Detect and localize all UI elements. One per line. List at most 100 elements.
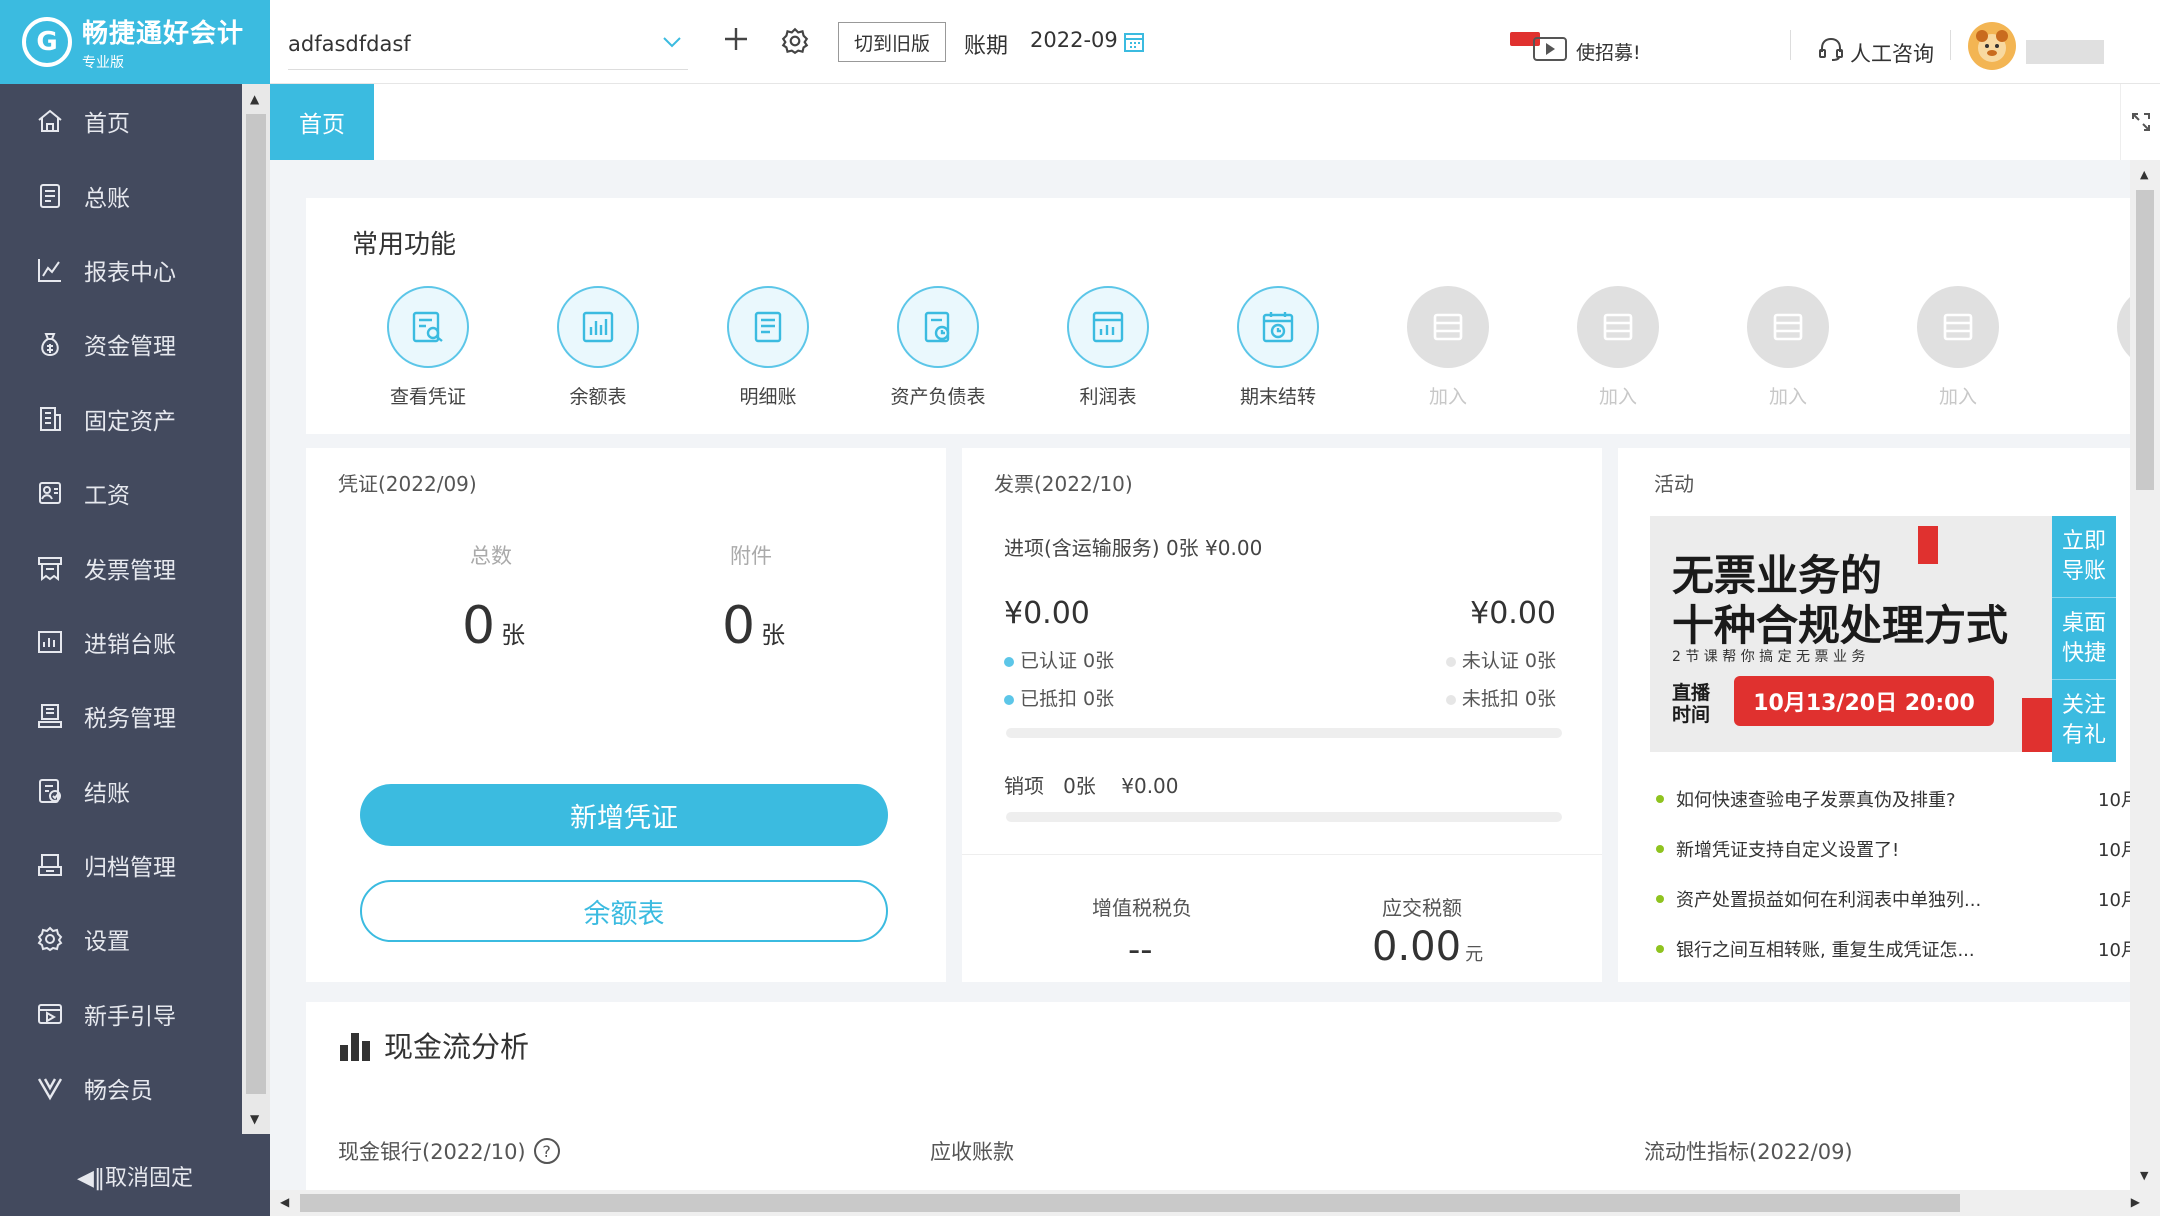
news-item[interactable]: 银行之间互相转账, 重复生成凭证怎... [1656,936,2126,962]
follow-gift-button[interactable]: 关注有礼 [2052,680,2116,762]
func-balance-sheet[interactable]: 资产负债表 [868,286,1008,409]
deducted-label: 已抵扣 0张 [1020,688,1115,710]
sidebar-item-funds[interactable]: 资金管理 [0,307,242,381]
scroll-left-arrow-icon[interactable]: ◀ [280,1195,289,1209]
calendar-icon[interactable] [1122,30,1146,58]
input-invoice-summary[interactable]: 进项(含运输服务) 0张 ¥0.00 [1004,532,1262,561]
content-horizontal-scrollbar[interactable]: ◀ ▶ [270,1190,2160,1216]
news-item[interactable]: 资产处置损益如何在利润表中单独列... [1656,886,2126,912]
output-progress-bar [1006,812,1562,822]
sidebar-item-guide[interactable]: 新手引导 [0,977,242,1051]
func-profit-statement[interactable]: 利润表 [1038,286,1178,409]
promo-link[interactable]: 使招募! [1576,38,1641,65]
help-icon[interactable]: ? [533,1138,560,1164]
tab-home[interactable]: 首页 [270,84,374,160]
account-settings-button[interactable] [780,26,810,60]
func-add-slot[interactable]: 加入 [1378,286,1518,409]
checkout-icon [34,775,66,807]
certified-amount[interactable]: ¥0.00 [1004,596,1090,631]
sidebar: G 畅捷通好会计 专业版 首页 总账 报表中心 资金管理 固定资产 工资 发票管… [0,0,270,1216]
divider [962,854,1602,855]
building-icon [34,403,66,435]
vat-burden-value[interactable]: -- [1128,930,1153,970]
sidebar-item-home[interactable]: 首页 [0,84,242,158]
func-view-voucher[interactable]: 查看凭证 [358,286,498,409]
tax-due[interactable]: 0.00 元 [1372,924,1483,970]
func-period-close[interactable]: 期末结转 [1208,286,1348,409]
certified-count[interactable]: 已认证 0张 [1004,646,1114,673]
logo-title: 畅捷通好会计 [82,18,245,49]
undeducted-label: 未抵扣 0张 [1461,688,1556,710]
func-label: 加入 [1938,386,1977,408]
scroll-down-arrow-icon[interactable]: ▼ [250,1112,259,1126]
sidebar-item-settings[interactable]: 设置 [0,902,242,976]
voucher-total-label: 总数 [470,544,512,568]
expand-icon[interactable] [2120,84,2160,160]
uncertified-count[interactable]: 未认证 0张 [1445,646,1556,673]
divider [1790,30,1791,60]
sidebar-scroll-thumb[interactable] [246,114,266,1094]
sidebar-item-archive[interactable]: 归档管理 [0,828,242,902]
func-label: 加入 [1428,386,1467,408]
func-label: 资产负债表 [890,386,986,408]
support-button[interactable]: 人工咨询 [1850,38,1934,68]
deducted-count[interactable]: 已抵扣 0张 [1004,684,1114,711]
ledger-icon [34,180,66,212]
content-vertical-scrollbar[interactable]: ▲ ▼ [2130,160,2160,1190]
user-name-redacted[interactable] [2026,40,2104,64]
panel-title: 常用功能 [352,230,457,260]
import-account-button[interactable]: 立即导账 [2052,516,2116,598]
sidebar-item-inventory[interactable]: 进销台账 [0,605,242,679]
legend-dot [1004,694,1014,705]
voucher-attachments[interactable]: 0张 [722,596,785,656]
add-voucher-button[interactable]: 新增凭证 [360,784,888,846]
balance-sheet-icon [897,286,979,368]
company-selector[interactable]: adfasdfdasf [288,18,688,70]
func-add-slot[interactable]: 加入 [1888,286,2028,409]
sidebar-item-checkout[interactable]: 结账 [0,754,242,828]
scroll-right-arrow-icon[interactable]: ▶ [2131,1195,2140,1209]
func-add-slot[interactable]: 加入 [1548,286,1688,409]
sidebar-item-invoices[interactable]: 发票管理 [0,530,242,604]
headset-icon[interactable] [1818,36,1844,66]
scroll-up-arrow-icon[interactable]: ▲ [250,92,259,106]
bank-cash-label: 现金银行(2022/10) [338,1140,526,1164]
sidebar-item-reports[interactable]: 报表中心 [0,233,242,307]
sidebar-item-vip[interactable]: 畅会员 [0,1051,242,1125]
add-account-button[interactable] [722,22,750,62]
sidebar-item-tax[interactable]: 税务管理 [0,679,242,753]
desktop-shortcut-button[interactable]: 桌面快捷 [2052,598,2116,680]
promo-video-icon[interactable] [1510,30,1570,68]
uncertified-amount[interactable]: ¥0.00 [1470,596,1556,631]
func-balance-sheet-table[interactable]: 余额表 [528,286,668,409]
sidebar-item-payroll[interactable]: 工资 [0,456,242,530]
legend-dot [1445,656,1456,667]
unpin-sidebar-button[interactable]: ◀‖取消固定 [0,1136,270,1216]
app-logo[interactable]: G 畅捷通好会计 专业版 [0,0,270,84]
activity-side-buttons: 立即导账 桌面快捷 关注有礼 [2052,516,2116,762]
func-add-slot[interactable]: 加入 [1718,286,1858,409]
voucher-total[interactable]: 0张 [462,596,525,656]
undeducted-count[interactable]: 未抵扣 0张 [1445,684,1556,711]
output-invoice-summary[interactable]: 销项 0张 ¥0.00 [1004,770,1179,799]
scroll-down-arrow-icon[interactable]: ▼ [2140,1169,2148,1182]
sidebar-scrollbar[interactable]: ▲ ▼ [242,84,270,1134]
vertical-scroll-thumb[interactable] [2136,190,2154,490]
divider [1950,30,1951,60]
sidebar-item-ledger[interactable]: 总账 [0,158,242,232]
sidebar-menu: 首页 总账 报表中心 资金管理 固定资产 工资 发票管理 进销台账 税务管理 结… [0,84,242,1125]
func-detail-ledger[interactable]: 明细账 [698,286,838,409]
balance-table-button[interactable]: 余额表 [360,880,888,942]
sidebar-item-fixed-assets[interactable]: 固定资产 [0,382,242,456]
voucher-attachment-label: 附件 [730,544,772,568]
switch-old-version-button[interactable]: 切到旧版 [838,22,946,62]
horizontal-scroll-thumb[interactable] [300,1194,1960,1212]
avatar[interactable] [1968,22,2016,70]
period-value[interactable]: 2022-09 [1030,28,1118,52]
scroll-up-arrow-icon[interactable]: ▲ [2140,168,2148,181]
news-item[interactable]: 如何快速查验电子发票真伪及排重? [1656,786,2126,812]
sidebar-item-label: 税务管理 [84,706,176,733]
news-item[interactable]: 新增凭证支持自定义设置了! [1656,836,2126,862]
activity-banner[interactable]: 无票业务的 十种合规处理方式 2 节 课 帮 你 搞 定 无 票 业 务 直播时… [1650,516,2052,752]
sidebar-item-label: 总账 [84,185,130,212]
